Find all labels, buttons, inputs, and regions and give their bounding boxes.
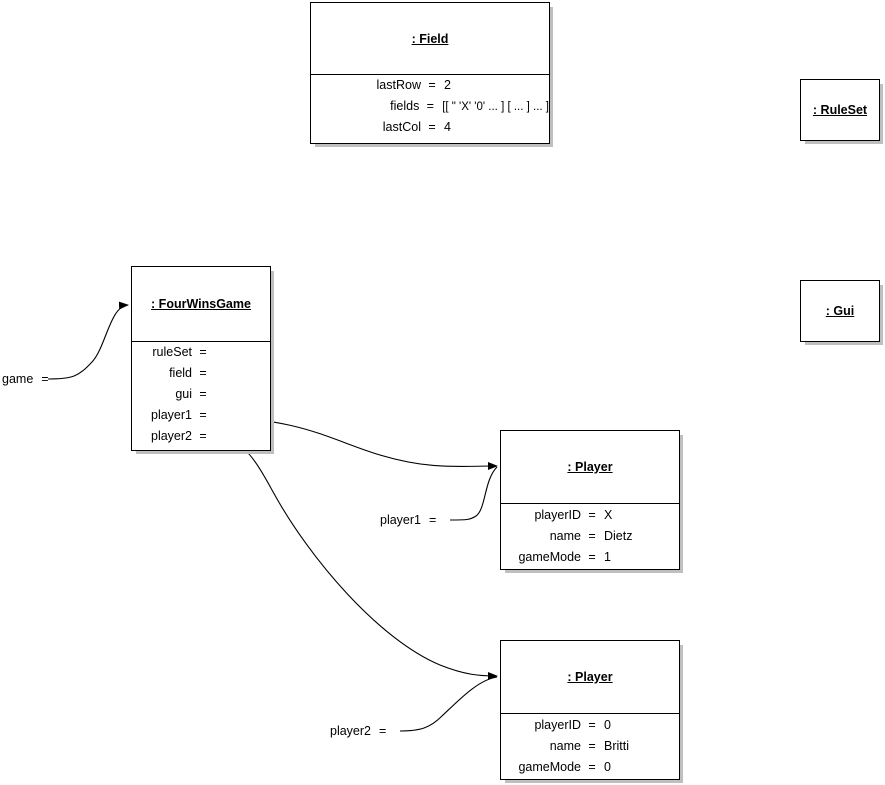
- attribute-equals: =: [199, 408, 207, 422]
- attribute-row: fields = [[ " 'X' '0' ... ] [ ... ] ... …: [311, 99, 549, 120]
- attribute-row: player1 =: [132, 408, 270, 429]
- attribute-equals: =: [588, 529, 596, 543]
- attribute-row: lastCol = 4: [311, 120, 549, 141]
- attribute-equals: =: [199, 387, 207, 401]
- link-label-text: game: [2, 372, 34, 386]
- attribute-equals: =: [199, 429, 207, 443]
- link-label-equals: =: [429, 513, 437, 527]
- attribute-value: X: [604, 508, 613, 522]
- attribute-row: field =: [132, 366, 270, 387]
- link-label-line-player1: [449, 466, 498, 521]
- attribute-equals: =: [588, 739, 596, 753]
- attribute-equals: =: [199, 366, 207, 380]
- object-title-gui: : Gui: [825, 304, 855, 318]
- attribute-value: 1: [604, 550, 611, 564]
- attribute-name: name: [549, 739, 581, 753]
- object-box-player-one[interactable]: : Player playerID = X name = Dietz gameM…: [500, 430, 680, 570]
- object-title-fourwinsgame: : FourWinsGame: [151, 297, 251, 311]
- link-label-equals: =: [41, 372, 49, 386]
- object-header-fourwinsgame: : FourWinsGame: [132, 267, 270, 341]
- attribute-equals: =: [588, 760, 596, 774]
- attribute-name: ruleSet: [152, 345, 192, 359]
- object-header-field: : Field: [311, 3, 549, 74]
- object-divider-fourwinsgame: [132, 341, 270, 342]
- attribute-row: lastRow = 2: [311, 78, 549, 99]
- object-header-ruleset: : RuleSet: [801, 80, 879, 140]
- object-header-gui: : Gui: [801, 281, 879, 341]
- attribute-equals: =: [428, 120, 436, 134]
- attribute-name: field: [169, 366, 192, 380]
- attribute-value: 0: [604, 760, 611, 774]
- object-title-ruleset: : RuleSet: [812, 103, 868, 117]
- attribute-value: 4: [444, 120, 451, 134]
- attribute-row: gui =: [132, 387, 270, 408]
- object-divider-field: [311, 74, 549, 75]
- link-line-game: [47, 301, 129, 380]
- object-box-field[interactable]: : Field lastRow = 2 fields = [[ " 'X' '0…: [310, 2, 550, 144]
- attribute-name: player2: [151, 429, 192, 443]
- attribute-row: playerID = 0: [501, 718, 679, 739]
- attribute-equals: =: [588, 550, 596, 564]
- object-divider-player-two: [501, 713, 679, 714]
- object-title-field: : Field: [411, 31, 449, 46]
- attribute-name: player1: [151, 408, 192, 422]
- attribute-row: ruleSet =: [132, 345, 270, 366]
- link-label-text: player1: [380, 513, 421, 527]
- object-title-player-one: : Player: [567, 460, 613, 474]
- link-label-line-player2: [399, 676, 498, 732]
- attribute-name: playerID: [534, 718, 581, 732]
- object-box-ruleset[interactable]: : RuleSet: [800, 79, 880, 141]
- link-label-equals: =: [379, 724, 387, 738]
- attribute-row: playerID = X: [501, 508, 679, 529]
- diagram-canvas: : Field lastRow = 2 fields = [[ " 'X' '0…: [0, 0, 885, 785]
- attribute-name: gameMode: [518, 550, 581, 564]
- attribute-list-player-two: playerID = 0 name = Britti gameMode = 0: [501, 718, 679, 781]
- attribute-equals: =: [199, 345, 207, 359]
- attribute-name: lastCol: [382, 120, 421, 134]
- link-label-game: game =: [2, 372, 49, 386]
- attribute-value: 2: [444, 78, 451, 92]
- attribute-list-player-one: playerID = X name = Dietz gameMode = 1: [501, 508, 679, 571]
- link-label-player1: player1 =: [380, 513, 436, 527]
- object-header-player-two: : Player: [501, 641, 679, 713]
- attribute-value: Britti: [604, 739, 629, 753]
- link-line-player2: [205, 436, 498, 680]
- object-box-gui[interactable]: : Gui: [800, 280, 880, 342]
- attribute-row: gameMode = 1: [501, 550, 679, 571]
- attribute-list-fourwinsgame: ruleSet = field = gui = player1 = player…: [132, 345, 270, 450]
- attribute-row: name = Dietz: [501, 529, 679, 550]
- attribute-equals: =: [426, 99, 434, 113]
- attribute-equals: =: [588, 718, 596, 732]
- attribute-value: [[ " 'X' '0' ... ] [ ... ] ... ]: [442, 101, 549, 113]
- object-divider-player-one: [501, 503, 679, 504]
- attribute-equals: =: [428, 78, 436, 92]
- attribute-value: 0: [604, 718, 611, 732]
- link-label-text: player2: [330, 724, 371, 738]
- attribute-list-field: lastRow = 2 fields = [[ " 'X' '0' ... ] …: [311, 78, 549, 141]
- attribute-row: player2 =: [132, 429, 270, 450]
- attribute-name: gameMode: [518, 760, 581, 774]
- link-label-player2: player2 =: [330, 724, 386, 738]
- attribute-row: name = Britti: [501, 739, 679, 760]
- object-header-player-one: : Player: [501, 431, 679, 503]
- object-title-player-two: : Player: [567, 670, 613, 684]
- attribute-name: gui: [175, 387, 192, 401]
- object-box-player-two[interactable]: : Player playerID = 0 name = Britti game…: [500, 640, 680, 780]
- attribute-name: playerID: [534, 508, 581, 522]
- attribute-name: name: [549, 529, 581, 543]
- object-box-fourwinsgame[interactable]: : FourWinsGame ruleSet = field = gui = p…: [131, 266, 271, 451]
- attribute-name: lastRow: [376, 78, 421, 92]
- attribute-value: Dietz: [604, 529, 633, 543]
- attribute-equals: =: [588, 508, 596, 522]
- attribute-row: gameMode = 0: [501, 760, 679, 781]
- attribute-name: fields: [390, 99, 420, 113]
